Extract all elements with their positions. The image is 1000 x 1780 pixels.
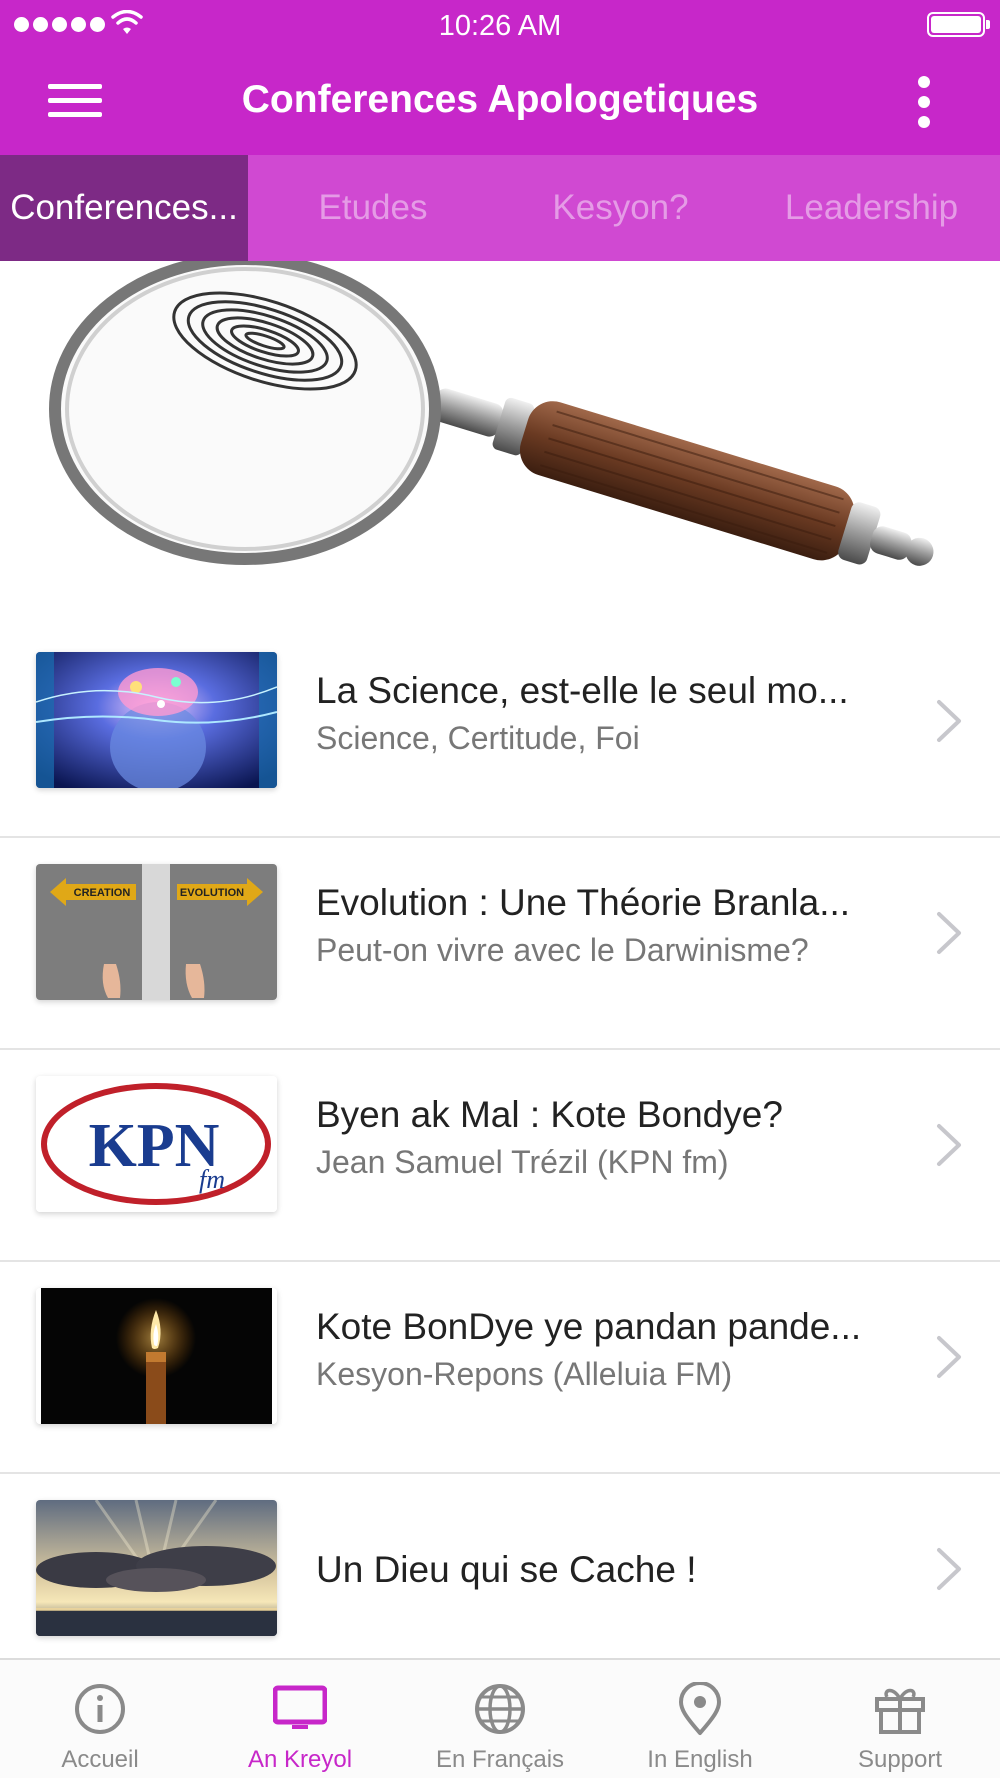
tab-label: En Français [435,1746,565,1773]
evolution-label: EVOLUTION [180,887,244,899]
chevron-right-icon [937,1548,961,1590]
battery-icon [927,12,985,37]
list-item[interactable]: Un Dieu qui se Cache ! [0,1474,1000,1686]
bottom-tab-bar: Accueil An Kreyol En Français In English [0,1658,1000,1778]
tab-support[interactable]: Support [800,1660,1000,1780]
chevron-right-icon [937,1336,961,1378]
chevron-right-icon [937,1124,961,1166]
magnifying-glass-image [49,261,934,566]
thumbnail-clouds-image [36,1500,277,1636]
tab-conferences[interactable]: Conferences... [0,155,248,261]
thumbnail-candle-image [36,1288,277,1424]
list-item-subtitle: Jean Samuel Trézil (KPN fm) [316,1144,729,1180]
tab-label: Accueil [61,1746,139,1773]
tab-label: Support [857,1746,943,1773]
info-icon [75,1684,125,1734]
chevron-right-icon [937,912,961,954]
tab-kesyon[interactable]: Kesyon? [498,155,743,261]
list-item[interactable]: CREATION EVOLUTION Evolution : Une Théor… [0,838,1000,1050]
list-item-title: Un Dieu qui se Cache ! [316,1549,697,1590]
list-item-title: Kote BonDye ye pandan pande... [316,1306,862,1347]
tab-label: An Kreyol [247,1746,353,1773]
creation-label: CREATION [74,887,131,899]
list-item-subtitle: Science, Certitude, Foi [316,720,640,756]
status-bar: 10:26 AM [0,0,1000,50]
list-item[interactable]: Kote BonDye ye pandan pande... Kesyon-Re… [0,1262,1000,1474]
kpn-logo-fm: fm [199,1165,225,1194]
tab-an-kreyol[interactable]: An Kreyol [200,1660,400,1780]
location-pin-icon [679,1682,721,1735]
thumbnail-kpn-fm-logo: KPN fm [36,1076,277,1212]
thumbnail-brain-image [36,652,277,788]
list-item-subtitle: Kesyon-Repons (Alleluia FM) [316,1356,733,1392]
gift-icon [875,1688,925,1734]
status-time: 10:26 AM [438,10,562,42]
tab-etudes[interactable]: Etudes [248,155,498,261]
globe-icon [475,1684,525,1734]
tab-accueil[interactable]: Accueil [0,1660,200,1780]
monitor-icon [273,1685,327,1729]
list-item-title: La Science, est-elle le seul mo... [316,670,849,711]
tab-leadership[interactable]: Leadership [743,155,1000,261]
tab-en-francais[interactable]: En Français [400,1660,600,1780]
battery-tip [986,20,990,29]
chevron-right-icon [937,700,961,742]
page-title: Conferences Apologetiques [241,78,759,121]
more-options-icon[interactable] [910,76,940,130]
list-item-title: Evolution : Une Théorie Branla... [316,882,851,923]
app-header: 10:26 AM Conferences Apologetiques [0,0,1000,155]
category-tabs: Conferences... Etudes Kesyon? Leadership [0,155,1000,261]
tab-label: In English [647,1746,753,1773]
thumbnail-creation-evolution-image: CREATION EVOLUTION [36,864,277,1000]
list-item-subtitle: Peut-on vivre avec le Darwinisme? [316,932,809,968]
list-item[interactable]: La Science, est-elle le seul mo... Scien… [0,626,1000,838]
list-item[interactable]: KPN fm Byen ak Mal : Kote Bondye? Jean S… [0,1050,1000,1262]
tab-in-english[interactable]: In English [600,1660,800,1780]
banner-image [0,261,1000,626]
list-item-title: Byen ak Mal : Kote Bondye? [316,1094,783,1135]
